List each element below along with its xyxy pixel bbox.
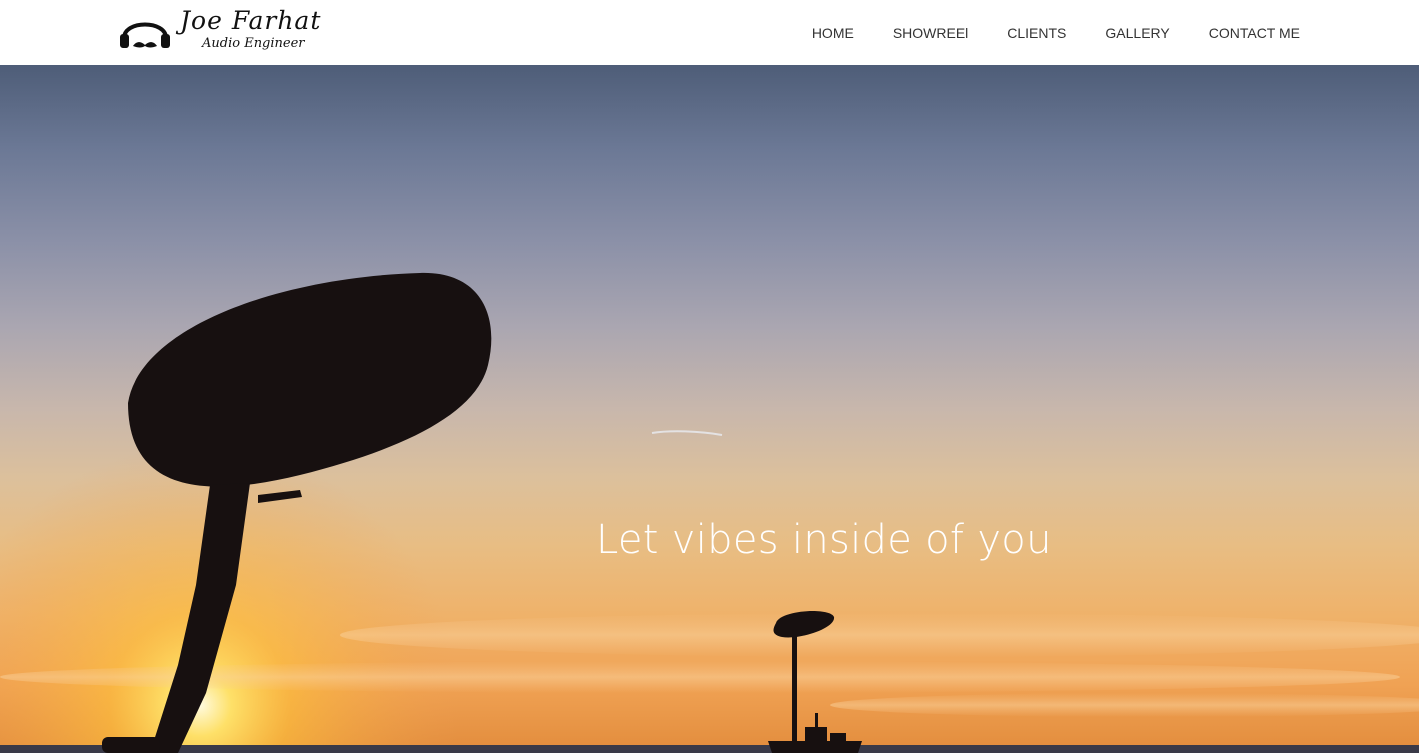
site-header: Joe Farhat Audio Engineer HOME SHOWREEl …	[0, 0, 1419, 65]
brand-subtitle: Audio Engineer	[202, 36, 305, 51]
nav-item-clients[interactable]: CLIENTS	[1007, 25, 1066, 41]
nav-item-contact-me[interactable]: CONTACT ME	[1209, 25, 1300, 41]
site-logo[interactable]: Joe Farhat Audio Engineer	[118, 6, 328, 58]
headphones-mustache-icon	[120, 22, 170, 48]
hero-tagline: Let vibes inside of you	[596, 517, 1052, 563]
nav-item-home[interactable]: HOME	[812, 25, 854, 41]
main-nav: HOME SHOWREEl CLIENTS GALLERY CONTACT ME	[812, 0, 1300, 65]
hero-background-image	[0, 65, 1419, 753]
hero-banner: Let vibes inside of you	[0, 65, 1419, 753]
brand-name: Joe Farhat	[180, 6, 322, 35]
nav-item-showreel[interactable]: SHOWREEl	[893, 25, 968, 41]
nav-item-gallery[interactable]: GALLERY	[1105, 25, 1169, 41]
